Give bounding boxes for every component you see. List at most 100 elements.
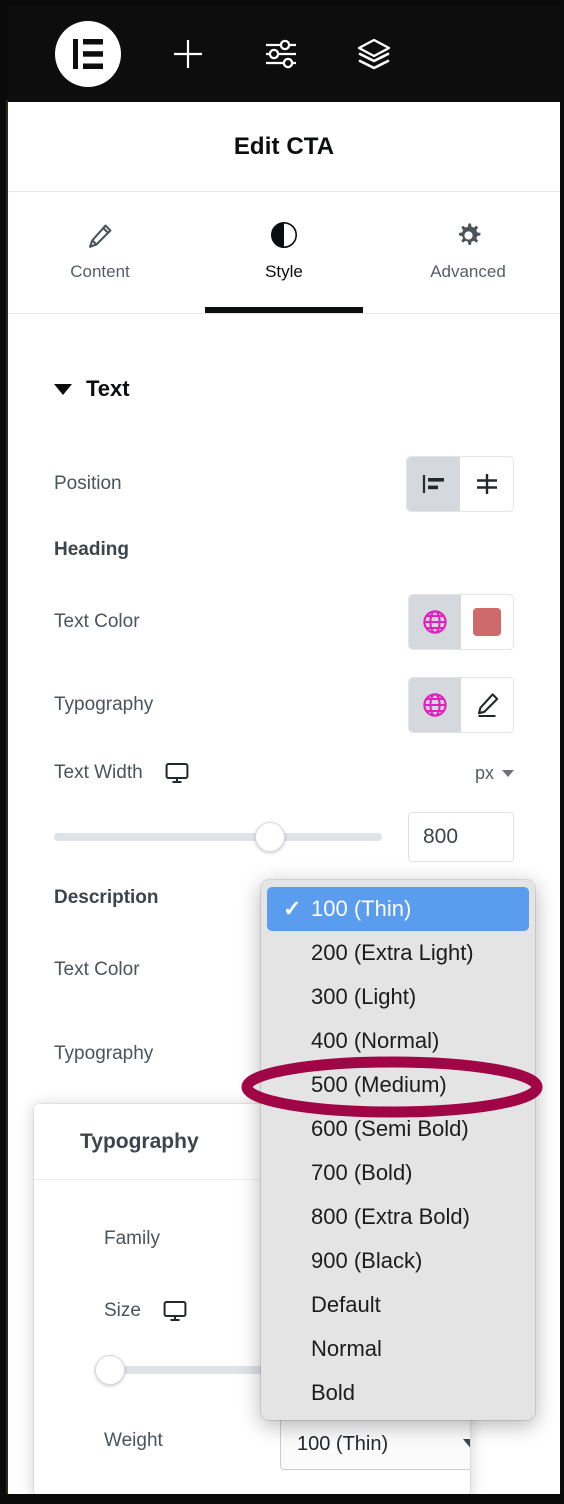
global-color-button[interactable] <box>409 595 461 649</box>
heading-group-label: Heading <box>54 539 129 560</box>
align-left-button[interactable] <box>407 457 460 511</box>
dropdown-option-100[interactable]: ✓ 100 (Thin) <box>267 887 529 931</box>
dropdown-option-default[interactable]: Default <box>261 1283 535 1327</box>
color-swatch <box>473 608 501 636</box>
tab-advanced[interactable]: Advanced <box>376 192 560 313</box>
dropdown-option-900[interactable]: 900 (Black) <box>261 1239 535 1283</box>
page-title: Edit CTA <box>8 102 560 192</box>
contrast-icon <box>270 221 298 249</box>
panel-tabs: Content Style Advanced <box>8 192 560 314</box>
unit-dropdown[interactable]: px <box>475 763 514 784</box>
description-typography-label: Typography <box>54 1043 154 1064</box>
tab-style[interactable]: Style <box>192 192 376 313</box>
dropdown-option-400[interactable]: 400 (Normal) <box>261 1019 535 1063</box>
dropdown-option-bold[interactable]: Bold <box>261 1371 535 1415</box>
dropdown-option-label: 800 (Extra Bold) <box>311 1204 470 1229</box>
align-left-icon <box>422 475 444 493</box>
unit-value: px <box>474 762 494 783</box>
dropdown-option-label: 500 (Medium) <box>311 1072 447 1097</box>
dropdown-option-label: 100 (Thin) <box>311 896 412 921</box>
globe-icon <box>423 693 447 717</box>
elementor-logo-button[interactable] <box>55 21 121 87</box>
dropdown-option-800[interactable]: 800 (Extra Bold) <box>261 1195 535 1239</box>
pencil-edit-icon <box>477 693 499 718</box>
typography-weight-label: Weight <box>104 1430 163 1451</box>
chevron-down-icon <box>54 383 72 395</box>
edit-typography-button[interactable] <box>461 678 513 732</box>
typography-size-slider-handle[interactable] <box>95 1355 125 1385</box>
text-width-label: Text Width <box>54 762 143 783</box>
typography-size-row: Size <box>104 1300 187 1322</box>
description-text-color-label: Text Color <box>54 959 140 980</box>
typography-family-row[interactable]: Family <box>104 1228 160 1250</box>
dropdown-option-label: 400 (Normal) <box>311 1028 440 1053</box>
heading-group-label-row: Heading <box>54 539 514 561</box>
dropdown-option-label: 300 (Light) <box>311 984 417 1009</box>
typography-size-label: Size <box>104 1300 141 1321</box>
heading-typography-control <box>408 677 514 733</box>
elementor-editor-panel: Edit CTA Content Style Advanced Text Pos… <box>0 0 564 1504</box>
dropdown-option-500[interactable]: 500 (Medium) <box>261 1063 535 1107</box>
tab-content-label: Content <box>70 262 130 281</box>
desktop-icon[interactable] <box>165 762 189 784</box>
add-element-button[interactable] <box>154 6 222 102</box>
check-icon: ✓ <box>283 896 302 921</box>
window-frame-top <box>0 0 564 6</box>
align-middle-icon <box>476 474 497 494</box>
weight-dropdown-list: ✓ 100 (Thin) 200 (Extra Light) 300 (Ligh… <box>261 880 535 1420</box>
dropdown-option-600[interactable]: 600 (Semi Bold) <box>261 1107 535 1151</box>
heading-text-color-row: Text Color <box>54 594 514 650</box>
window-frame-right <box>560 0 564 1504</box>
heading-typography-label: Typography <box>54 694 154 715</box>
plus-icon <box>174 40 202 68</box>
dropdown-option-label: Normal <box>311 1336 382 1361</box>
editor-toolbar <box>8 6 560 102</box>
dropdown-option-label: 200 (Extra Light) <box>311 940 474 965</box>
dropdown-option-label: Bold <box>311 1380 356 1405</box>
global-typography-button[interactable] <box>409 678 461 732</box>
text-width-slider-handle[interactable] <box>255 822 286 852</box>
section-text-header[interactable]: Text <box>8 314 560 402</box>
dropdown-option-700[interactable]: 700 (Bold) <box>261 1151 535 1195</box>
position-toggle-group <box>406 456 514 512</box>
text-width-slider[interactable] <box>54 822 382 852</box>
text-width-slider-row: 800 <box>54 812 514 862</box>
desktop-icon[interactable] <box>163 1300 187 1322</box>
tab-advanced-label: Advanced <box>430 262 506 281</box>
layers-icon <box>357 38 391 70</box>
tab-style-label: Style <box>265 262 303 281</box>
chevron-down-icon <box>463 1438 470 1450</box>
dropdown-option-label: 900 (Black) <box>311 1248 423 1273</box>
heading-typography-row: Typography <box>54 677 514 733</box>
heading-text-color-control <box>408 594 514 650</box>
window-frame-accent <box>6 100 8 1494</box>
dropdown-option-200[interactable]: 200 (Extra Light) <box>261 931 535 975</box>
globe-icon <box>423 610 447 634</box>
tab-content[interactable]: Content <box>8 192 192 313</box>
typography-family-label: Family <box>104 1228 160 1249</box>
dropdown-option-normal[interactable]: Normal <box>261 1327 535 1371</box>
dropdown-option-label: 600 (Semi Bold) <box>311 1116 469 1141</box>
navigator-button[interactable] <box>340 6 408 102</box>
text-width-header: Text Width px <box>54 762 514 784</box>
description-group-label: Description <box>54 887 159 908</box>
align-middle-button[interactable] <box>460 457 513 511</box>
typography-weight-value: 100 (Thin) <box>297 1432 389 1455</box>
gear-icon <box>455 221 482 249</box>
elementor-logo-icon <box>73 39 103 69</box>
text-width-input[interactable]: 800 <box>408 812 514 862</box>
section-text-label: Text <box>86 376 130 401</box>
settings-button[interactable] <box>247 6 315 102</box>
dropdown-option-label: Default <box>311 1292 381 1317</box>
chevron-down-icon <box>502 769 514 777</box>
dropdown-option-300[interactable]: 300 (Light) <box>261 975 535 1019</box>
color-swatch-button[interactable] <box>461 595 513 649</box>
pencil-icon <box>87 221 113 249</box>
heading-text-color-label: Text Color <box>54 611 140 632</box>
typography-weight-row: Weight <box>104 1430 163 1452</box>
position-label: Position <box>54 473 122 494</box>
window-frame-bottom <box>0 1494 564 1504</box>
sliders-icon <box>266 39 296 69</box>
position-row: Position <box>54 456 514 512</box>
typography-weight-select[interactable]: 100 (Thin) <box>280 1418 470 1470</box>
